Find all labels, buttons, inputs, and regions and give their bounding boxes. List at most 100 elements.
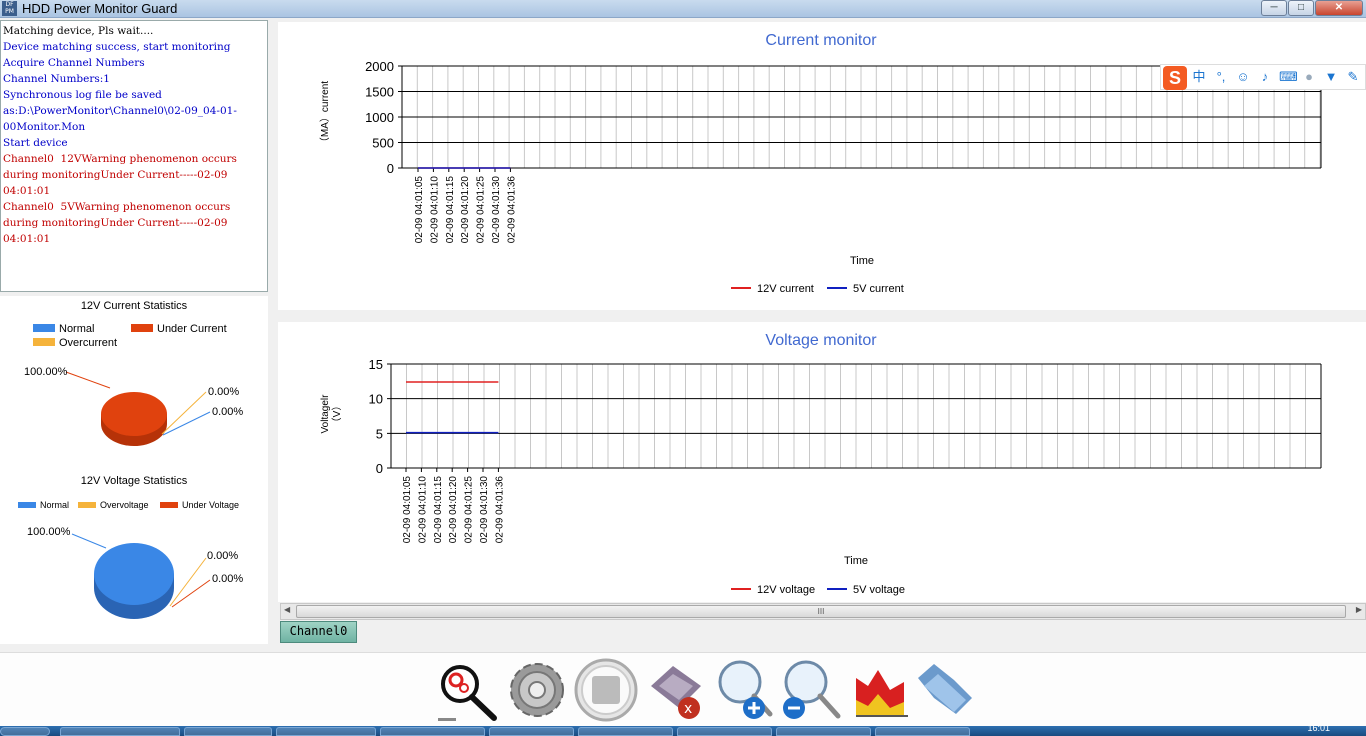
taskbar-item[interactable] bbox=[578, 727, 673, 736]
pie-slice-normal bbox=[94, 543, 174, 605]
keyboard-icon[interactable]: ⌨ bbox=[1279, 69, 1298, 85]
log-line: Channel0 5VWarning phenomenon occurs dur… bbox=[3, 201, 234, 245]
clear-button[interactable]: x bbox=[643, 656, 709, 724]
emoji-icon[interactable]: ☺ bbox=[1235, 69, 1251, 85]
legend-label: 5V current bbox=[853, 283, 904, 295]
stop-icon bbox=[574, 658, 638, 722]
settings-button[interactable] bbox=[504, 656, 570, 724]
tab-channel0[interactable]: Channel0 bbox=[280, 621, 357, 643]
taskbar-item[interactable] bbox=[875, 727, 970, 736]
y-tick-label: 0 bbox=[376, 461, 383, 476]
start-button[interactable] bbox=[0, 727, 50, 736]
taskbar-item[interactable] bbox=[380, 727, 485, 736]
log-line: Start device bbox=[3, 137, 68, 149]
zoom-out-icon bbox=[783, 660, 841, 719]
gear-icon bbox=[510, 663, 564, 717]
chart-button[interactable] bbox=[848, 656, 914, 724]
pie-label: 100.00% bbox=[27, 526, 71, 538]
log-line: Matching device, Pls wait.... bbox=[3, 25, 154, 37]
y-tick-label: 15 bbox=[369, 357, 383, 372]
taskbar-item[interactable] bbox=[776, 727, 871, 736]
log-line: Channel Numbers:1 bbox=[3, 73, 110, 85]
chart-title: Current monitor bbox=[765, 32, 877, 49]
bottom-toolbar: x bbox=[0, 652, 1366, 726]
scroll-thumb[interactable]: III bbox=[296, 605, 1346, 618]
x-tick-label: 02-09 04:01:36 bbox=[506, 176, 517, 244]
taskbar-item[interactable] bbox=[184, 727, 272, 736]
x-tick-label: 02-09 04:01:05 bbox=[414, 176, 425, 244]
sogou-logo-icon: S bbox=[1163, 66, 1187, 90]
log-line: Acquire Channel Numbers bbox=[3, 57, 145, 69]
microphone-icon[interactable]: ♪ bbox=[1257, 69, 1273, 85]
taskbar: 16:01 bbox=[0, 723, 1366, 736]
search-device-button[interactable] bbox=[434, 656, 500, 724]
eraser-icon: x bbox=[651, 666, 701, 719]
y-tick-label: 500 bbox=[372, 136, 394, 151]
voltage-chart: Voltage monitor 0 5 10 15 02-09 04:01:05 02-09… bbox=[320, 332, 1322, 596]
close-button[interactable]: ✕ bbox=[1315, 0, 1363, 16]
y-tick-label: 10 bbox=[369, 392, 383, 407]
folder-icon bbox=[918, 664, 972, 714]
wrench-icon[interactable]: ✎ bbox=[1345, 69, 1361, 85]
stop-button[interactable] bbox=[573, 656, 639, 724]
app-icon: DF PM bbox=[2, 1, 17, 16]
x-tick-label: 02-09 04:01:05 bbox=[402, 476, 413, 544]
legend-label: 5V voltage bbox=[853, 584, 905, 596]
svg-text:x: x bbox=[684, 701, 692, 717]
log-line: Channel0 12VWarning phenomenon occurs du… bbox=[3, 153, 241, 197]
voltage-pie-chart bbox=[71, 533, 211, 619]
log-line: Synchronous log file be saved as:D:\Powe… bbox=[3, 89, 237, 133]
legend-label: 12V current bbox=[757, 283, 814, 295]
x-tick-label: 02-09 04:01:10 bbox=[429, 176, 440, 244]
x-tick-label: 02-09 04:01:30 bbox=[479, 476, 490, 544]
x-tick-label: 02-09 04:01:25 bbox=[464, 476, 475, 544]
scroll-right-arrow[interactable]: ▶ bbox=[1356, 605, 1362, 614]
taskbar-clock: 16:01 bbox=[1307, 723, 1330, 733]
legend-label: 12V voltage bbox=[757, 584, 815, 596]
zoom-out-button[interactable] bbox=[778, 656, 844, 724]
y-tick-label: 2000 bbox=[365, 59, 394, 74]
taskbar-item[interactable] bbox=[489, 727, 574, 736]
user-icon[interactable]: ● bbox=[1301, 69, 1317, 85]
ime-toolbar[interactable]: S 中 °, ☺ ♪ ⌨ ● ▼ ✎ bbox=[1160, 64, 1366, 90]
log-line: Device matching success, start monitorin… bbox=[3, 41, 231, 53]
taskbar-item[interactable] bbox=[677, 727, 772, 736]
y-axis-label: （MA）current bbox=[319, 81, 331, 147]
y-tick-label: 1500 bbox=[365, 85, 394, 100]
zoom-in-button[interactable] bbox=[712, 656, 778, 724]
scroll-left-arrow[interactable]: ◀ bbox=[284, 605, 290, 614]
x-tick-label: 02-09 04:01:10 bbox=[417, 476, 428, 544]
magnifier-gear-icon bbox=[438, 665, 497, 721]
log-panel[interactable]: Matching device, Pls wait.... Device mat… bbox=[0, 20, 268, 292]
skin-shirt-icon[interactable]: ▼ bbox=[1323, 69, 1339, 85]
y-tick-label: 5 bbox=[376, 426, 383, 441]
x-tick-label: 02-09 04:01:20 bbox=[448, 476, 459, 544]
window-title: HDD Power Monitor Guard bbox=[22, 1, 178, 16]
taskbar-item[interactable] bbox=[60, 727, 180, 736]
voltage-monitor-panel: Voltage monitor 0 5 10 15 02-09 04:01:05 02-09… bbox=[278, 322, 1366, 602]
x-tick-label: 02-09 04:01:30 bbox=[491, 176, 502, 244]
chinese-mode-icon[interactable]: 中 bbox=[1191, 69, 1207, 85]
x-tick-label: 02-09 04:01:15 bbox=[445, 176, 456, 244]
y-axis-label: （V） bbox=[331, 401, 343, 428]
maximize-button[interactable]: □ bbox=[1288, 0, 1314, 16]
x-axis-label: Time bbox=[844, 555, 868, 567]
x-tick-label: 02-09 04:01:36 bbox=[494, 476, 505, 544]
pie-label: 0.00% bbox=[207, 550, 239, 562]
y-tick-label: 0 bbox=[387, 161, 394, 176]
title-bar: DF PM HDD Power Monitor Guard ─ □ ✕ bbox=[0, 0, 1366, 18]
open-folder-button[interactable] bbox=[912, 656, 978, 724]
horizontal-scrollbar[interactable]: ◀ III ▶ bbox=[280, 603, 1366, 620]
pie-leader-line bbox=[71, 533, 107, 549]
punctuation-icon[interactable]: °, bbox=[1213, 69, 1229, 85]
x-tick-label: 02-09 04:01:15 bbox=[433, 476, 444, 544]
x-axis-label: Time bbox=[850, 255, 874, 267]
chart-icon bbox=[856, 670, 908, 717]
minimize-button[interactable]: ─ bbox=[1261, 0, 1287, 16]
pie-leader-line bbox=[169, 557, 207, 607]
chart-title: Voltage monitor bbox=[765, 332, 877, 349]
x-tick-label: 02-09 04:01:25 bbox=[476, 176, 487, 244]
zoom-in-icon bbox=[718, 660, 773, 719]
y-tick-label: 1000 bbox=[365, 110, 394, 125]
taskbar-item[interactable] bbox=[276, 727, 376, 736]
